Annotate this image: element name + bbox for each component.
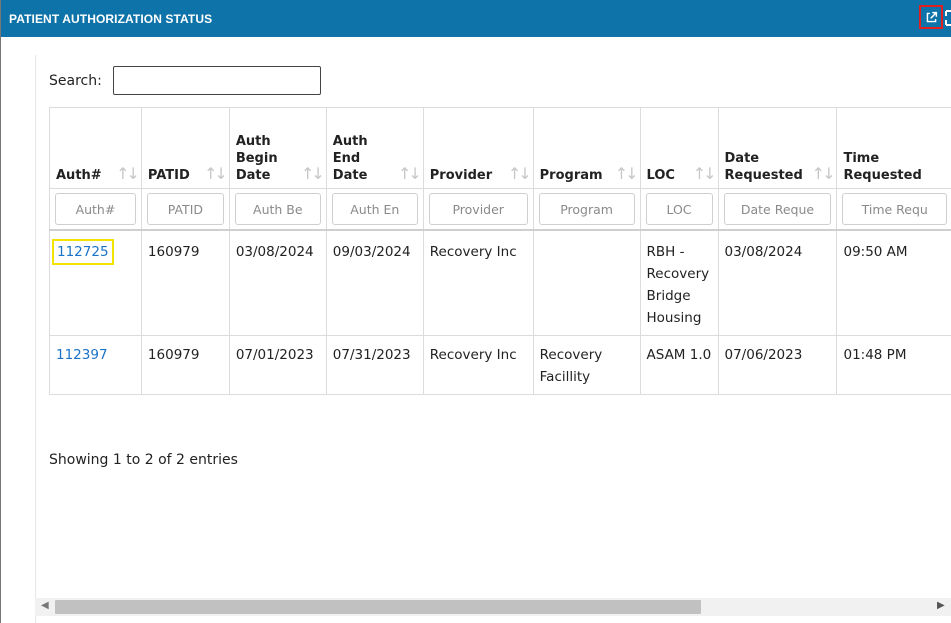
filter-input-provider[interactable] <box>428 193 528 225</box>
sort-arrows-icon: ↑↓ <box>692 164 717 183</box>
cell-date-requested: 03/08/2024 <box>717 229 837 336</box>
external-link-icon <box>926 11 937 22</box>
panel-title: PATIENT AUTHORIZATION STATUS <box>9 12 213 26</box>
cell-program: Recovery Facillity <box>532 335 641 395</box>
sort-arrows-icon: ↑↓ <box>204 164 228 183</box>
authorization-panel: PATIENT AUTHORIZATION STATUS Search: Aut… <box>0 0 951 623</box>
column-header-provider[interactable]: Provider ↑↓ <box>422 107 534 189</box>
filter-input-date-requested[interactable] <box>723 193 832 225</box>
column-header-patid[interactable]: PATID ↑↓ <box>140 107 230 189</box>
filter-cell-auth <box>49 188 142 230</box>
search-input[interactable] <box>113 66 321 95</box>
cell-begin-date: 07/01/2023 <box>228 335 327 395</box>
filter-cell-patid <box>140 188 230 230</box>
sort-arrows-icon: ↑↓ <box>397 164 422 183</box>
column-header-auth[interactable]: Auth# ↑↓ <box>49 107 142 189</box>
filter-cell-end <box>325 188 424 230</box>
filter-cell-time-requested <box>836 188 951 230</box>
authorization-table: Auth# ↑↓ PATID ↑↓ Auth Begin Date ↑↓ Auth E… <box>49 107 951 395</box>
column-header-loc[interactable]: LOC ↑↓ <box>639 107 718 189</box>
cell-program <box>532 229 641 336</box>
panel-titlebar: PATIENT AUTHORIZATION STATUS <box>1 0 951 37</box>
filter-cell-program <box>532 188 641 230</box>
sort-arrows-icon: ↑↓ <box>300 164 325 183</box>
column-header-auth-begin-date[interactable]: Auth Begin Date ↑↓ <box>228 107 327 189</box>
expand-icon <box>945 10 951 26</box>
filter-cell-provider <box>422 188 534 230</box>
filter-input-auth[interactable] <box>55 193 136 225</box>
filter-input-time-requested[interactable] <box>842 193 947 225</box>
cell-loc: RBH - Recovery Bridge Housing <box>639 229 718 336</box>
sort-arrows-icon: ↑↓ <box>507 164 532 183</box>
cell-patid: 160979 <box>140 229 230 336</box>
scrollbar-thumb[interactable] <box>55 600 701 614</box>
sort-arrows-icon: ↑↓ <box>614 164 639 183</box>
filter-cell-begin <box>228 188 327 230</box>
table-container: Auth# ↑↓ PATID ↑↓ Auth Begin Date ↑↓ Auth E… <box>49 107 951 423</box>
scroll-left-icon[interactable]: ◀ <box>41 600 49 611</box>
filter-input-auth-end[interactable] <box>331 193 418 225</box>
table-row: 112725 160979 03/08/2024 09/03/2024 Reco… <box>49 229 951 336</box>
auth-link[interactable]: 112725 <box>52 239 114 265</box>
cell-provider: Recovery Inc <box>422 229 534 336</box>
expand-button[interactable] <box>945 9 951 27</box>
filter-cell-loc <box>639 188 718 230</box>
column-header-auth-end-date[interactable]: Auth End Date ↑↓ <box>325 107 424 189</box>
cell-provider: Recovery Inc <box>422 335 534 395</box>
filter-input-patid[interactable] <box>146 193 224 225</box>
table-info: Showing 1 to 2 of 2 entries <box>49 452 238 468</box>
cell-auth: 112397 <box>49 335 142 395</box>
scroll-right-icon[interactable]: ▶ <box>937 600 945 611</box>
column-header-date-requested[interactable]: Date Requested ↑↓ <box>717 107 837 189</box>
filter-input-auth-begin[interactable] <box>234 193 321 225</box>
sort-arrows-icon: ↑↓ <box>116 164 140 183</box>
filter-input-loc[interactable] <box>645 193 713 225</box>
popout-button[interactable] <box>919 5 943 29</box>
auth-link[interactable]: 112397 <box>56 347 108 363</box>
cell-time-requested: 09:50 AM <box>836 229 951 336</box>
column-header-program[interactable]: Program ↑↓ <box>532 107 641 189</box>
search-label: Search: <box>49 73 102 89</box>
column-header-time-requested[interactable]: Time Requested <box>836 107 951 189</box>
cell-end-date: 09/03/2024 <box>325 229 424 336</box>
filter-input-program[interactable] <box>538 193 635 225</box>
table-row: 112397 160979 07/01/2023 07/31/2023 Reco… <box>49 335 951 395</box>
sort-arrows-icon: ↑↓ <box>811 164 836 183</box>
filter-cell-date-requested <box>717 188 837 230</box>
cell-date-requested: 07/06/2023 <box>717 335 837 395</box>
cell-loc: ASAM 1.0 <box>639 335 718 395</box>
cell-auth: 112725 <box>49 229 142 336</box>
cell-time-requested: 01:48 PM <box>836 335 951 395</box>
cell-end-date: 07/31/2023 <box>325 335 424 395</box>
cell-patid: 160979 <box>140 335 230 395</box>
cell-begin-date: 03/08/2024 <box>228 229 327 336</box>
